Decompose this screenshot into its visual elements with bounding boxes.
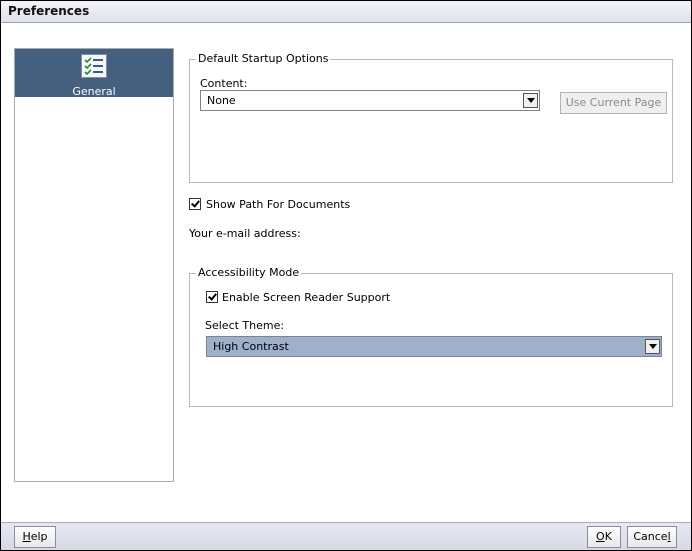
title-bar: Preferences bbox=[1, 1, 691, 23]
theme-select-value: High Contrast bbox=[213, 340, 289, 353]
content-select-value: None bbox=[207, 94, 236, 107]
theme-label: Select Theme: bbox=[205, 319, 285, 332]
preferences-dialog: Preferences General Default Startup Opti… bbox=[0, 0, 692, 551]
theme-select[interactable]: High Contrast bbox=[206, 336, 662, 357]
accessibility-legend: Accessibility Mode bbox=[196, 266, 302, 279]
sidebar: General bbox=[14, 48, 174, 482]
content-select[interactable]: None bbox=[200, 90, 540, 111]
use-current-page-button[interactable]: Use Current Page bbox=[560, 92, 667, 114]
screen-reader-label: Enable Screen Reader Support bbox=[222, 291, 391, 304]
chevron-down-icon[interactable] bbox=[645, 339, 660, 354]
content-label: Content: bbox=[200, 77, 248, 90]
sidebar-item-general[interactable]: General bbox=[15, 49, 173, 98]
show-path-checkbox[interactable] bbox=[189, 198, 201, 210]
email-label: Your e-mail address: bbox=[189, 227, 301, 240]
ok-button[interactable]: OK bbox=[587, 526, 621, 548]
chevron-down-icon[interactable] bbox=[523, 93, 538, 108]
footer-bar: Help OK Cancel bbox=[1, 522, 691, 550]
cancel-button[interactable]: Cancel bbox=[627, 526, 677, 548]
screen-reader-checkbox[interactable] bbox=[206, 291, 218, 303]
sidebar-item-label: General bbox=[72, 85, 116, 98]
show-path-label: Show Path For Documents bbox=[206, 198, 351, 211]
startup-options-group: Default Startup Options Content: None Us… bbox=[189, 52, 673, 183]
checklist-icon bbox=[81, 54, 107, 78]
startup-options-legend: Default Startup Options bbox=[196, 52, 331, 65]
window-title: Preferences bbox=[8, 4, 90, 18]
help-button[interactable]: Help bbox=[14, 526, 56, 548]
accessibility-group: Accessibility Mode Enable Screen Reader … bbox=[189, 266, 673, 407]
